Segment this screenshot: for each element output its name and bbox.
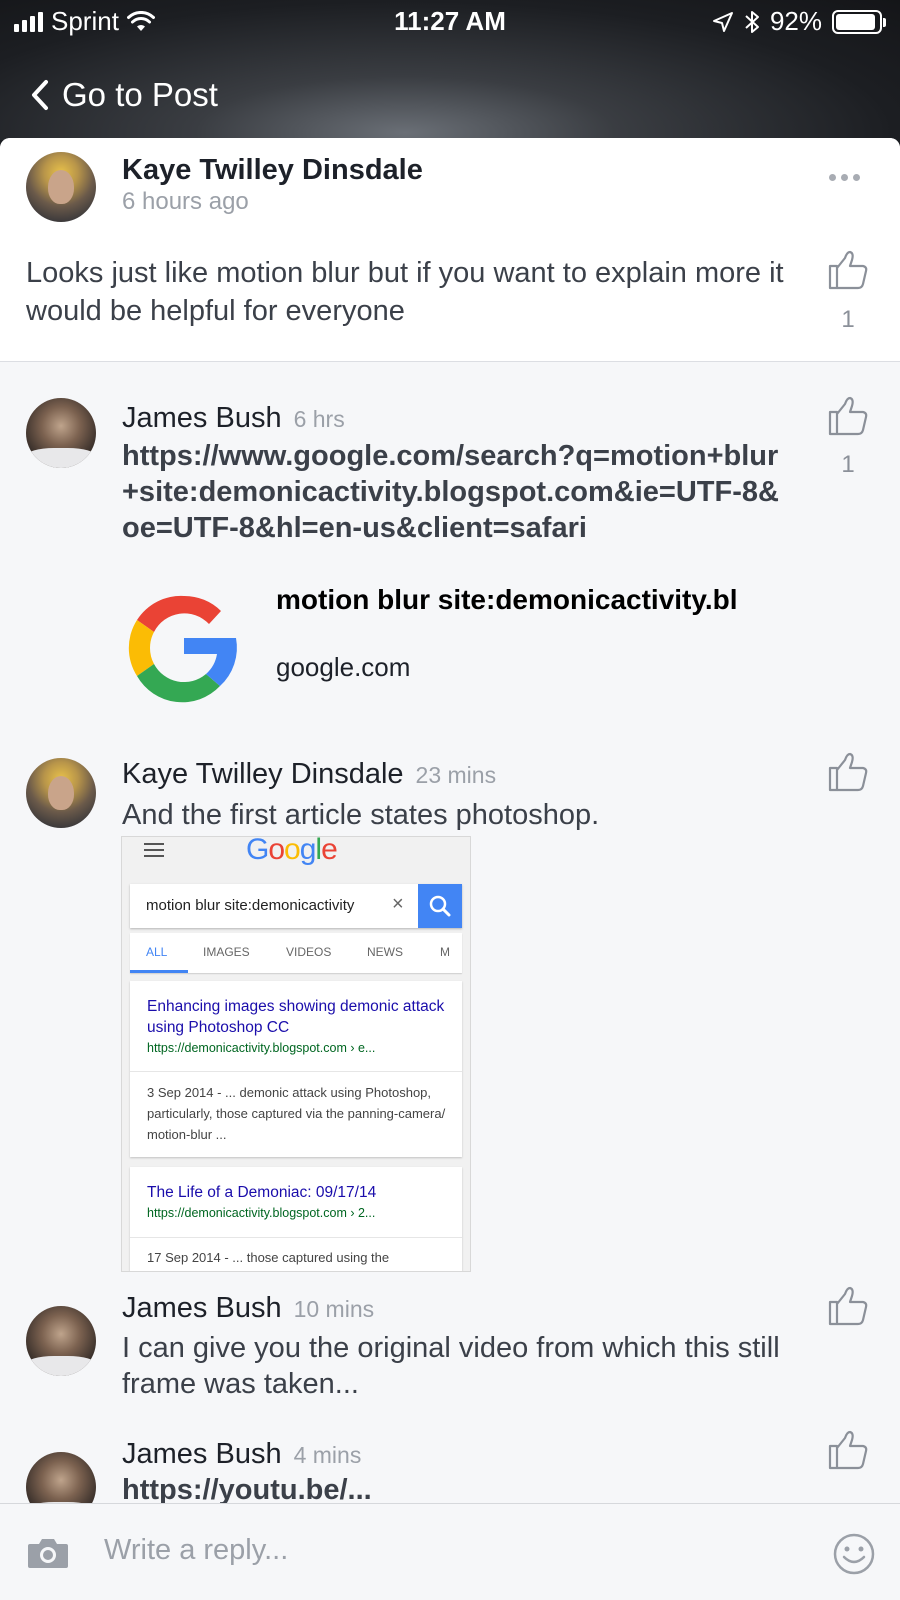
battery-fill <box>836 13 875 30</box>
comment-text: Looks just like motion blur but if you w… <box>26 257 784 327</box>
search-query: motion blur site:demonicactivity <box>146 897 355 914</box>
link-preview-title[interactable]: motion blur site:demonicactivity.bl <box>276 584 896 616</box>
search-icon <box>429 895 451 917</box>
reply-composer: Write a reply... <box>0 1503 900 1600</box>
reply-text-clip: https://youtu.be/... <box>122 1472 622 1504</box>
reply-link[interactable]: https://www.google.com/search?q=motion+b… <box>122 438 782 546</box>
clear-icon: × <box>392 893 404 915</box>
google-letter: G <box>246 836 269 866</box>
thumbs-up-icon[interactable] <box>826 1284 870 1328</box>
status-right: 92% <box>712 6 886 37</box>
comment-time: 6 hours ago <box>122 188 249 215</box>
tab-news: NEWS <box>367 945 403 959</box>
chevron-left-icon <box>32 80 48 110</box>
tab-all: ALL <box>146 945 168 959</box>
google-wordmark: Google <box>246 836 338 867</box>
like-count: 1 <box>841 451 855 478</box>
battery-percent: 92% <box>769 6 822 36</box>
link-preview-domain: google.com <box>276 652 411 682</box>
thumbs-up-icon[interactable] <box>826 394 870 438</box>
avatar[interactable] <box>26 758 96 828</box>
search-button <box>418 884 462 928</box>
hamburger-icon <box>144 843 164 861</box>
comment-thread: Kaye Twilley Dinsdale 6 hours ago Looks … <box>0 138 900 1600</box>
smiley-icon[interactable] <box>832 1532 876 1576</box>
google-letter: o <box>268 836 285 866</box>
avatar[interactable] <box>26 152 96 222</box>
reply-author[interactable]: James Bush <box>122 1292 282 1324</box>
result-snippet: 3 Sep 2014 - ... demonic attack using Ph… <box>147 1085 446 1142</box>
tab-videos: VIDEOS <box>286 945 332 959</box>
google-letter: g <box>299 836 317 866</box>
reply-author[interactable]: Kaye Twilley Dinsdale <box>122 758 404 790</box>
back-label: Go to Post <box>62 76 218 113</box>
reply-author[interactable]: James Bush <box>122 1438 282 1470</box>
back-button[interactable]: Go to Post <box>30 76 218 114</box>
reply-header: James Bush 10 mins <box>122 1292 374 1325</box>
location-arrow-icon <box>712 11 733 32</box>
battery-icon <box>832 9 886 34</box>
result-url: https://demonicactivity.blogspot.com › 2… <box>147 1206 376 1220</box>
reply-time: 6 hrs <box>293 406 345 432</box>
search-tabs: ALL IMAGES VIDEOS NEWS M <box>130 933 462 973</box>
signal-icon <box>14 11 43 32</box>
tab-more: M <box>440 945 450 959</box>
bluetooth-icon <box>745 10 759 33</box>
tab-images: IMAGES <box>203 945 250 959</box>
wifi-icon <box>126 10 155 31</box>
search-result: Enhancing images showing demonic attack … <box>130 981 462 1157</box>
reply-time: 10 mins <box>293 1296 375 1322</box>
reply-header: James Bush 6 hrs <box>122 402 345 435</box>
google-letter: o <box>284 836 301 866</box>
status-left: Sprint <box>14 6 155 37</box>
result-divider <box>130 1237 462 1238</box>
reply-header: Kaye Twilley Dinsdale 23 mins <box>122 758 496 791</box>
google-logo-icon[interactable] <box>118 582 250 714</box>
screenshot-attachment[interactable]: Google motion blur site:demonicactivity … <box>121 836 471 1272</box>
more-icon[interactable] <box>829 174 860 181</box>
result-divider <box>130 1071 462 1072</box>
reply-text: I can give you the original video from w… <box>122 1332 780 1400</box>
result-title: Enhancing images showing demonic attack … <box>147 998 445 1036</box>
reply-input[interactable]: Write a reply... <box>104 1534 288 1567</box>
result-title: The Life of a Demoniac: 09/17/14 <box>147 1184 377 1201</box>
avatar[interactable] <box>26 398 96 468</box>
result-snippet: 17 Sep 2014 - ... those captured using t… <box>147 1250 390 1265</box>
reply-time: 4 mins <box>293 1442 362 1468</box>
reply-link[interactable]: https://youtu.be/... <box>122 1472 622 1504</box>
thumbs-up-icon[interactable] <box>826 750 870 794</box>
like-count: 1 <box>841 306 855 333</box>
top-bar: Sprint 11:27 AM 92% Go to Post <box>0 0 900 140</box>
comment-author[interactable]: Kaye Twilley Dinsdale <box>122 154 423 187</box>
search-result: The Life of a Demoniac: 09/17/14 https:/… <box>130 1167 462 1271</box>
reply-author[interactable]: James Bush <box>122 402 282 434</box>
reply-text: And the first article states photoshop. <box>122 799 600 831</box>
original-comment: Kaye Twilley Dinsdale 6 hours ago Looks … <box>0 138 900 362</box>
thumbs-up-icon[interactable] <box>826 248 870 292</box>
status-bar: Sprint 11:27 AM 92% <box>0 0 900 44</box>
tab-underline <box>130 970 188 973</box>
camera-icon[interactable] <box>26 1536 70 1570</box>
thumbs-up-icon[interactable] <box>826 1428 870 1472</box>
result-url: https://demonicactivity.blogspot.com › e… <box>147 1041 376 1055</box>
reply-time: 23 mins <box>415 762 497 788</box>
google-letter: e <box>321 836 338 866</box>
avatar[interactable] <box>26 1306 96 1376</box>
search-box: motion blur site:demonicactivity × <box>130 884 462 928</box>
reply-header: James Bush 4 mins <box>122 1438 361 1471</box>
carrier-name: Sprint <box>51 6 119 36</box>
